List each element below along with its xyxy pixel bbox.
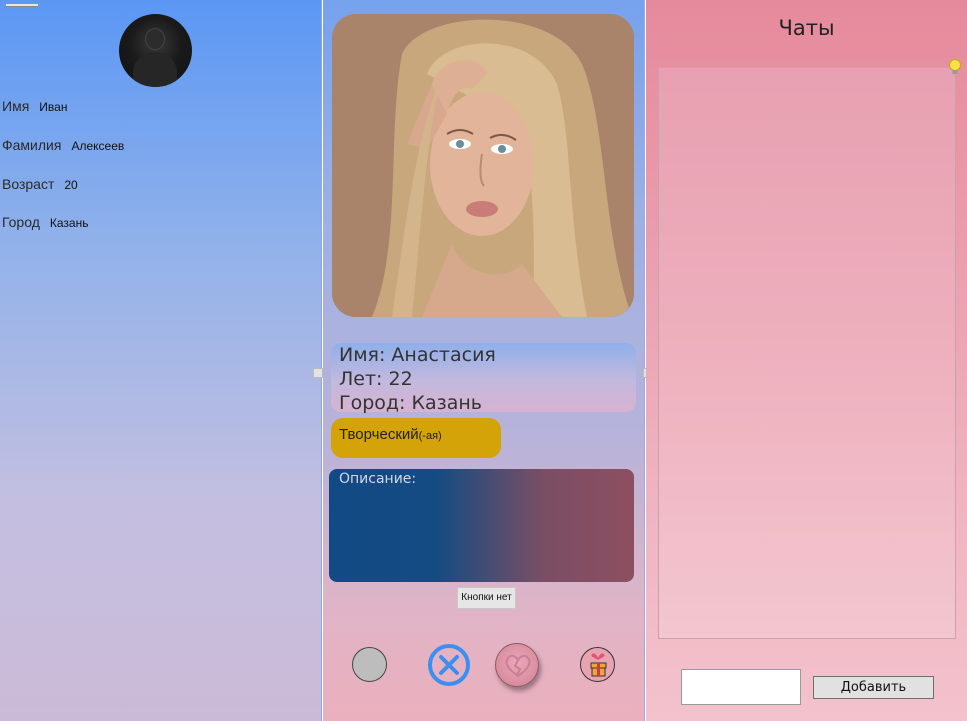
match-card-panel: Имя: Анастасия Лет: 22 Город: Казань Тво…	[313, 0, 653, 721]
left-splitter-handle[interactable]	[313, 368, 323, 378]
personality-tag: Творческий(-ая)	[331, 418, 501, 458]
age-label: Возраст	[2, 176, 55, 192]
avatar[interactable]	[119, 14, 192, 87]
description-box: Описание:	[329, 469, 634, 582]
city-label: Город	[2, 214, 40, 230]
match-city: Город: Казань	[339, 392, 482, 414]
chats-panel: Чаты Добавить	[646, 0, 967, 721]
chats-title: Чаты	[778, 16, 835, 40]
tag-main-text: Творческий	[339, 426, 419, 443]
tag-suffix-text: (-ая)	[418, 430, 442, 442]
match-info-card: Имя: Анастасия Лет: 22 Город: Казань	[331, 343, 636, 414]
menu-handle-icon[interactable]	[6, 4, 38, 7]
age-value: 20	[64, 178, 78, 192]
portrait-illustration	[332, 14, 634, 317]
profile-panel: Имя Иван Фамилия Алексеев Возраст 20 Город К…	[0, 0, 322, 721]
match-name: Имя: Анастасия	[339, 344, 496, 366]
no-buttons-button[interactable]: Кнопки нет	[457, 587, 516, 609]
city-value: Казань	[49, 216, 89, 230]
description-label: Описание:	[339, 471, 417, 487]
close-x-icon[interactable]	[427, 643, 471, 687]
gift-icon[interactable]	[580, 647, 615, 682]
surname-label: Фамилия	[2, 137, 62, 153]
gray-circle-icon[interactable]	[352, 647, 387, 682]
surname-value: Алексеев	[71, 139, 125, 153]
match-age: Лет: 22	[339, 368, 413, 390]
profile-name-row: Имя Иван	[2, 98, 67, 114]
broken-heart-icon[interactable]	[495, 643, 539, 687]
profile-city-row: Город Казань	[2, 214, 88, 230]
avatar-body-shape	[133, 52, 177, 87]
chat-list[interactable]	[658, 67, 956, 639]
profile-photo[interactable]	[332, 14, 634, 317]
profile-surname-row: Фамилия Алексеев	[2, 137, 124, 153]
avatar-head-shape	[145, 28, 165, 50]
chat-name-input[interactable]	[681, 669, 801, 705]
add-chat-button[interactable]: Добавить	[813, 676, 934, 699]
lightbulb-icon[interactable]	[948, 58, 962, 76]
name-label: Имя	[2, 98, 30, 114]
name-value: Иван	[39, 100, 68, 114]
profile-age-row: Возраст 20	[2, 176, 78, 192]
